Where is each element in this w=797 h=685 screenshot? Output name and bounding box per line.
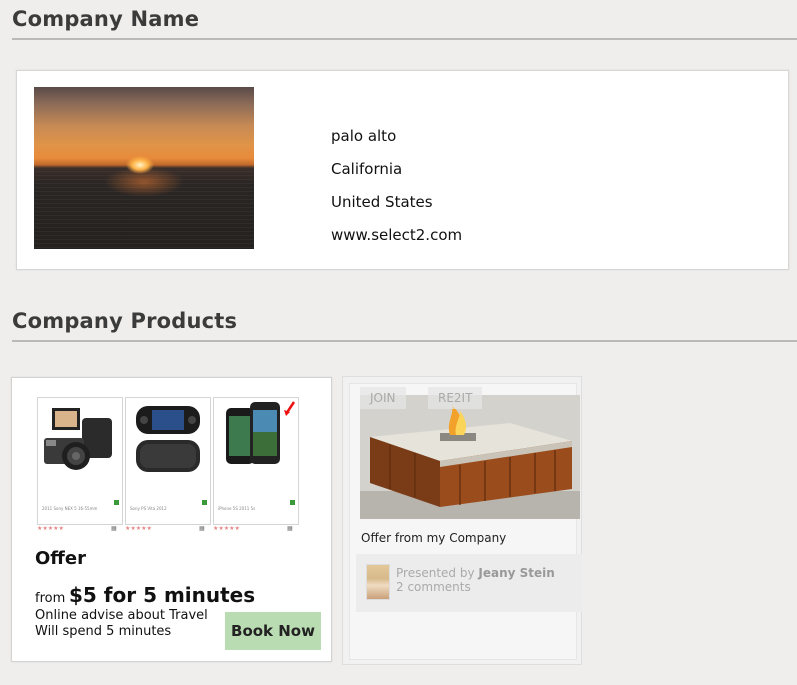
presenter-avatar[interactable] bbox=[366, 564, 390, 600]
company-city: palo alto bbox=[331, 127, 397, 145]
product-thumb-console[interactable]: Sony PS Vita 2012 bbox=[125, 397, 211, 525]
offer-card[interactable]: 2011 Sony NEX 5 16-55mm Sony PS Vita 201… bbox=[11, 377, 332, 662]
camera-kit-icon bbox=[44, 408, 112, 470]
offer-title: Offer bbox=[35, 548, 86, 569]
company-name-heading: Company Name bbox=[12, 7, 200, 31]
company-country: United States bbox=[331, 193, 433, 211]
rating-stars-icon: ★★★★★ bbox=[213, 525, 240, 532]
company-offer-caption: Offer from my Company bbox=[361, 531, 507, 545]
badge-icon bbox=[290, 500, 295, 505]
presented-by-text: Presented by Jeany Stein bbox=[396, 566, 555, 580]
thumb-caption: 2011 Sony NEX 5 16-55mm bbox=[42, 506, 98, 511]
presenter-name-link[interactable]: Jeany Stein bbox=[478, 566, 554, 580]
join-button[interactable]: JOIN bbox=[360, 387, 406, 409]
company-offer-card[interactable]: JOIN RE2IT Offer from my Company Present… bbox=[342, 376, 582, 665]
offer-description: Online advise about Travel bbox=[35, 608, 208, 623]
book-now-button[interactable]: Book Now bbox=[225, 612, 321, 650]
company-website-link[interactable]: www.select2.com bbox=[331, 226, 462, 244]
company-info-card: palo alto California United States www.s… bbox=[16, 70, 789, 270]
offer-price: $5 for 5 minutes bbox=[69, 583, 256, 607]
presented-prefix: Presented by bbox=[396, 566, 475, 580]
product-thumb-camera[interactable]: 2011 Sony NEX 5 16-55mm bbox=[37, 397, 123, 525]
compare-icon: ▦ bbox=[111, 525, 117, 532]
company-photo bbox=[34, 87, 254, 249]
thumb-caption: iPhone 5S 2011 5s bbox=[218, 506, 256, 511]
company-state: California bbox=[331, 160, 403, 178]
company-products-heading: Company Products bbox=[12, 309, 238, 333]
rating-stars-icon: ★★★★★ bbox=[37, 525, 64, 532]
section-divider bbox=[12, 38, 797, 40]
section-divider bbox=[12, 340, 797, 342]
smartphones-icon bbox=[226, 401, 296, 464]
fire-table-icon bbox=[360, 395, 580, 519]
rating-stars-icon: ★★★★★ bbox=[125, 525, 152, 532]
offer-from-label: from bbox=[35, 591, 66, 606]
badge-icon bbox=[114, 500, 119, 505]
offer-duration: Will spend 5 minutes bbox=[35, 624, 172, 639]
fire-table-image bbox=[360, 395, 580, 519]
comments-link[interactable]: 2 comments bbox=[396, 580, 471, 594]
handheld-console-icon bbox=[136, 406, 200, 472]
presenter-bar: Presented by Jeany Stein 2 comments bbox=[356, 554, 582, 612]
product-thumb-phones[interactable]: iPhone 5S 2011 5s bbox=[213, 397, 299, 525]
company-offer-inner: JOIN RE2IT Offer from my Company Present… bbox=[349, 383, 582, 660]
thumb-caption: Sony PS Vita 2012 bbox=[130, 506, 167, 511]
re2it-button[interactable]: RE2IT bbox=[428, 387, 482, 409]
compare-icon: ▦ bbox=[199, 525, 205, 532]
compare-icon: ▦ bbox=[287, 525, 293, 532]
badge-icon bbox=[202, 500, 207, 505]
